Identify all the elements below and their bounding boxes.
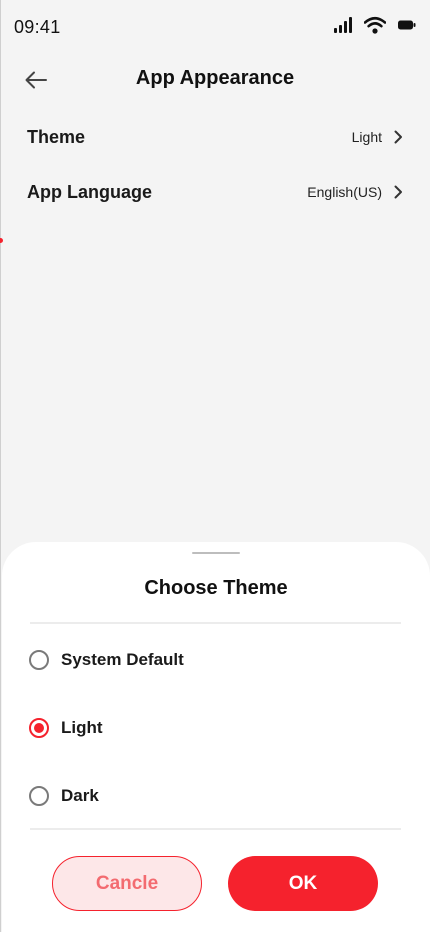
radio-button[interactable] <box>29 650 49 670</box>
radio-button-selected[interactable] <box>29 718 49 738</box>
divider <box>30 828 401 830</box>
cancel-button[interactable]: Cancle <box>52 856 202 911</box>
settings-row-theme[interactable]: Theme Light <box>27 117 403 157</box>
radio-button[interactable] <box>29 786 49 806</box>
status-time: 09:41 <box>14 17 61 37</box>
chevron-right-icon <box>394 185 402 199</box>
option-label: Light <box>61 718 103 737</box>
app-header: App Appearance <box>0 56 430 102</box>
edge-indicator-dot <box>0 238 3 243</box>
radio-selected-dot <box>34 723 44 733</box>
settings-row-value: Light <box>351 129 382 145</box>
screen-left-edge <box>0 0 1 932</box>
theme-option-system-default[interactable]: System Default <box>29 644 369 676</box>
battery-icon <box>398 20 416 30</box>
theme-option-light[interactable]: Light <box>29 712 369 744</box>
sheet-drag-handle[interactable] <box>192 552 240 554</box>
theme-bottom-sheet: Choose Theme System Default Light Dark C… <box>2 542 430 932</box>
settings-row-app-language[interactable]: App Language English(US) <box>27 172 403 212</box>
option-label: Dark <box>61 786 99 805</box>
divider <box>30 622 401 624</box>
option-label: System Default <box>61 650 184 669</box>
signal-icon <box>334 17 352 33</box>
sheet-title: Choose Theme <box>144 577 288 599</box>
status-bar: 09:41 <box>0 0 430 52</box>
wifi-icon <box>364 16 386 34</box>
chevron-right-icon <box>394 130 402 144</box>
settings-row-label: App Language <box>27 181 152 202</box>
settings-row-value: English(US) <box>307 184 382 200</box>
settings-row-label: Theme <box>27 126 86 147</box>
theme-option-dark[interactable]: Dark <box>29 780 369 812</box>
status-icons <box>334 16 416 34</box>
ok-button[interactable]: OK <box>228 856 378 911</box>
page-title: App Appearance <box>135 67 295 89</box>
